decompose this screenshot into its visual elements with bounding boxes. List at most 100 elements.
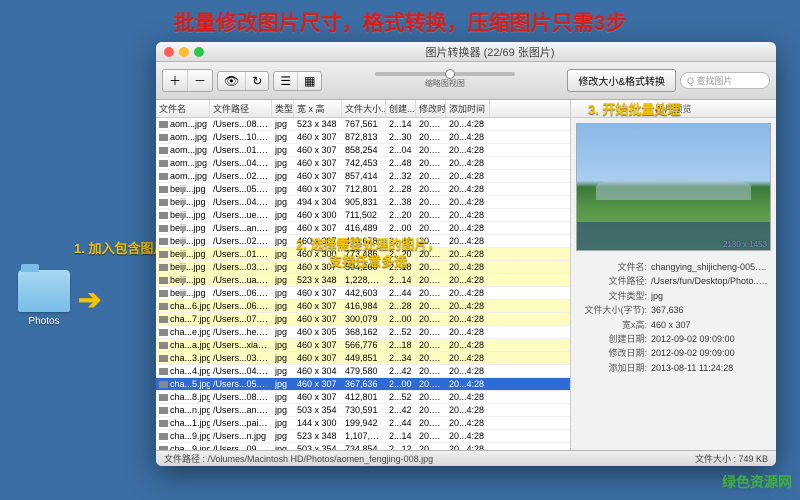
table-row[interactable]: cha...5.jpg/Users...05.jpgjpg460 x 30736… (156, 378, 570, 391)
table-row[interactable]: beiji...jpg/Users...ue.jpgjpg460 x 30071… (156, 209, 570, 222)
table-body[interactable]: aom...jpg/Users...08.jpgjpg523 x 348767,… (156, 118, 570, 450)
app-window: 图片转换器 (22/69 张图片) ＋ － 👁 ↻ ☰ ▦ 缩略图视图 修改大小… (156, 42, 776, 466)
table-row[interactable]: cha...1.jpg/Users...pai.jpgjpg144 x 3001… (156, 417, 570, 430)
thumbnail-size-slider[interactable] (375, 72, 515, 76)
table-row[interactable]: cha...e.jpg/Users...he.jpgjpg460 x 30536… (156, 326, 570, 339)
quicklook-icon[interactable]: 👁 (218, 72, 246, 90)
file-icon (159, 199, 168, 206)
table-cell: 20...4:28 (446, 275, 490, 285)
table-cell: 368,162 (342, 327, 386, 337)
page-banner: 批量修改图片尺寸，格式转换，压缩图片只需3步 (0, 0, 800, 40)
table-cell: 20...4:28 (446, 158, 490, 168)
table-cell: 20...4:28 (446, 119, 490, 129)
remove-button[interactable]: － (188, 70, 212, 91)
column-header[interactable]: 文件路径 (210, 100, 272, 117)
table-cell: /Users...ue.jpg (210, 210, 272, 220)
table-row[interactable]: beiji...jpg/Users...ua.jpgjpg523 x 3481,… (156, 274, 570, 287)
table-cell: /Users...04.jpg (210, 197, 272, 207)
folder-icon (18, 270, 70, 312)
table-row[interactable]: beiji...jpg/Users...an.jpgjpg460 x 30741… (156, 222, 570, 235)
table-row[interactable]: aom...jpg/Users...10.jpgjpg460 x 307872,… (156, 131, 570, 144)
file-icon (159, 290, 168, 297)
table-cell: 2...04 (386, 145, 416, 155)
column-header[interactable]: 文件大小... (342, 100, 386, 117)
table-cell: 857,414 (342, 171, 386, 181)
metadata-row: 添加日期:2013-08-11 11:24:28 (579, 361, 768, 375)
table-cell: aom...jpg (156, 171, 210, 181)
table-cell: 20...30 (416, 132, 446, 142)
table-row[interactable]: aom...jpg/Users...02.jpgjpg460 x 307857,… (156, 170, 570, 183)
table-row[interactable]: aom...jpg/Users...04.jpgjpg460 x 307742,… (156, 157, 570, 170)
table-row[interactable]: cha...9.jpg/Users...n.jpgjpg523 x 3481,1… (156, 430, 570, 443)
table-row[interactable]: cha...3.jpg/Users...03.jpgjpg460 x 30744… (156, 352, 570, 365)
table-row[interactable]: cha...7.jpg/Users...07.jpgjpg460 x 30730… (156, 313, 570, 326)
table-cell: 460 x 307 (294, 223, 342, 233)
column-header[interactable]: 宽 x 高 (294, 100, 342, 117)
file-icon (159, 329, 168, 336)
table-row[interactable]: cha...6.jpg/Users...06.jpgjpg460 x 30741… (156, 300, 570, 313)
metadata-label: 创建日期: (579, 332, 647, 346)
table-cell: 20...4:28 (446, 210, 490, 220)
table-cell: 2...00 (386, 223, 416, 233)
metadata-value: 367,636 (651, 303, 768, 317)
table-cell: 199,942 (342, 418, 386, 428)
table-row[interactable]: aom...jpg/Users...01.jpgjpg460 x 307858,… (156, 144, 570, 157)
table-cell: 566,776 (342, 340, 386, 350)
table-cell: cha...7.jpg (156, 314, 210, 324)
close-icon[interactable] (164, 47, 174, 57)
table-cell: jpg (272, 171, 294, 181)
table-row[interactable]: cha...9.jpg/Users...09.jpgjpg503 x 35473… (156, 443, 570, 450)
table-cell: 2...32 (386, 171, 416, 181)
table-cell: 494 x 304 (294, 197, 342, 207)
table-cell: 20...4:28 (446, 301, 490, 311)
column-header[interactable]: 文件名 (156, 100, 210, 117)
desktop-folder[interactable]: Photos (18, 270, 70, 327)
table-cell: 1,228,794 (342, 275, 386, 285)
table-cell: /Users...09.jpg (210, 444, 272, 450)
rotate-icon[interactable]: ↻ (246, 72, 268, 90)
table-cell: beiji...jpg (156, 236, 210, 246)
file-icon (159, 134, 168, 141)
table-row[interactable]: beiji...jpg/Users...05.jpgjpg460 x 30771… (156, 183, 570, 196)
minimize-icon[interactable] (179, 47, 189, 57)
file-table: 文件名文件路径类型宽 x 高文件大小...创建...修改时间添加时间 aom..… (156, 100, 571, 450)
preview-dimensions: 2180 x 1453 (723, 240, 767, 249)
table-cell: 20...20 (416, 210, 446, 220)
traffic-lights[interactable] (164, 47, 204, 57)
table-cell: 2...00 (386, 379, 416, 389)
table-row[interactable]: beiji...jpg/Users...04.jpgjpg494 x 30490… (156, 196, 570, 209)
column-header[interactable]: 类型 (272, 100, 294, 117)
table-cell: beiji...jpg (156, 210, 210, 220)
table-cell: jpg (272, 158, 294, 168)
resize-convert-button[interactable]: 修改大小&格式转换 (567, 69, 676, 92)
column-header[interactable]: 添加时间 (446, 100, 490, 117)
titlebar[interactable]: 图片转换器 (22/69 张图片) (156, 42, 776, 62)
table-cell: /Users...05.jpg (210, 184, 272, 194)
table-row[interactable]: cha...a.jpg/Users...xia.jpgjpg460 x 3075… (156, 339, 570, 352)
table-cell: 2...12 (386, 444, 416, 450)
table-cell: beiji...jpg (156, 197, 210, 207)
table-row[interactable]: aom...jpg/Users...08.jpgjpg523 x 348767,… (156, 118, 570, 131)
statusbar: 文件路径 : /Volumes/Macintosh HD/Photos/aome… (156, 450, 776, 466)
grid-view-icon[interactable]: ▦ (298, 72, 321, 90)
table-cell: 2...00 (386, 314, 416, 324)
table-row[interactable]: beiji...jpg/Users...06.jpgjpg460 x 30744… (156, 287, 570, 300)
table-row[interactable]: cha...4.jpg/Users...04.jpgjpg460 x 30447… (156, 365, 570, 378)
table-row[interactable]: cha...8.jpg/Users...08.jpgjpg460 x 30741… (156, 391, 570, 404)
zoom-icon[interactable] (194, 47, 204, 57)
table-cell: 449,851 (342, 353, 386, 363)
table-header[interactable]: 文件名文件路径类型宽 x 高文件大小...创建...修改时间添加时间 (156, 100, 570, 118)
preview-pane: 图片预览 2180 x 1453 文件名:changying_shijichen… (571, 100, 776, 450)
table-cell: 20...38 (416, 197, 446, 207)
add-button[interactable]: ＋ (163, 70, 188, 91)
metadata-label: 修改日期: (579, 346, 647, 360)
file-icon (159, 212, 168, 219)
search-input[interactable]: Q 查找图片 (680, 72, 770, 89)
column-header[interactable]: 创建... (386, 100, 416, 117)
step-2-label: 2. 选择需要处理的图片，支持任意多选 (296, 237, 440, 271)
list-view-icon[interactable]: ☰ (274, 72, 298, 90)
column-header[interactable]: 修改时间 (416, 100, 446, 117)
table-cell: /Users...n.jpg (210, 431, 272, 441)
table-row[interactable]: cha...n.jpg/Users...an.jpgjpg503 x 35473… (156, 404, 570, 417)
table-cell: 460 x 307 (294, 184, 342, 194)
